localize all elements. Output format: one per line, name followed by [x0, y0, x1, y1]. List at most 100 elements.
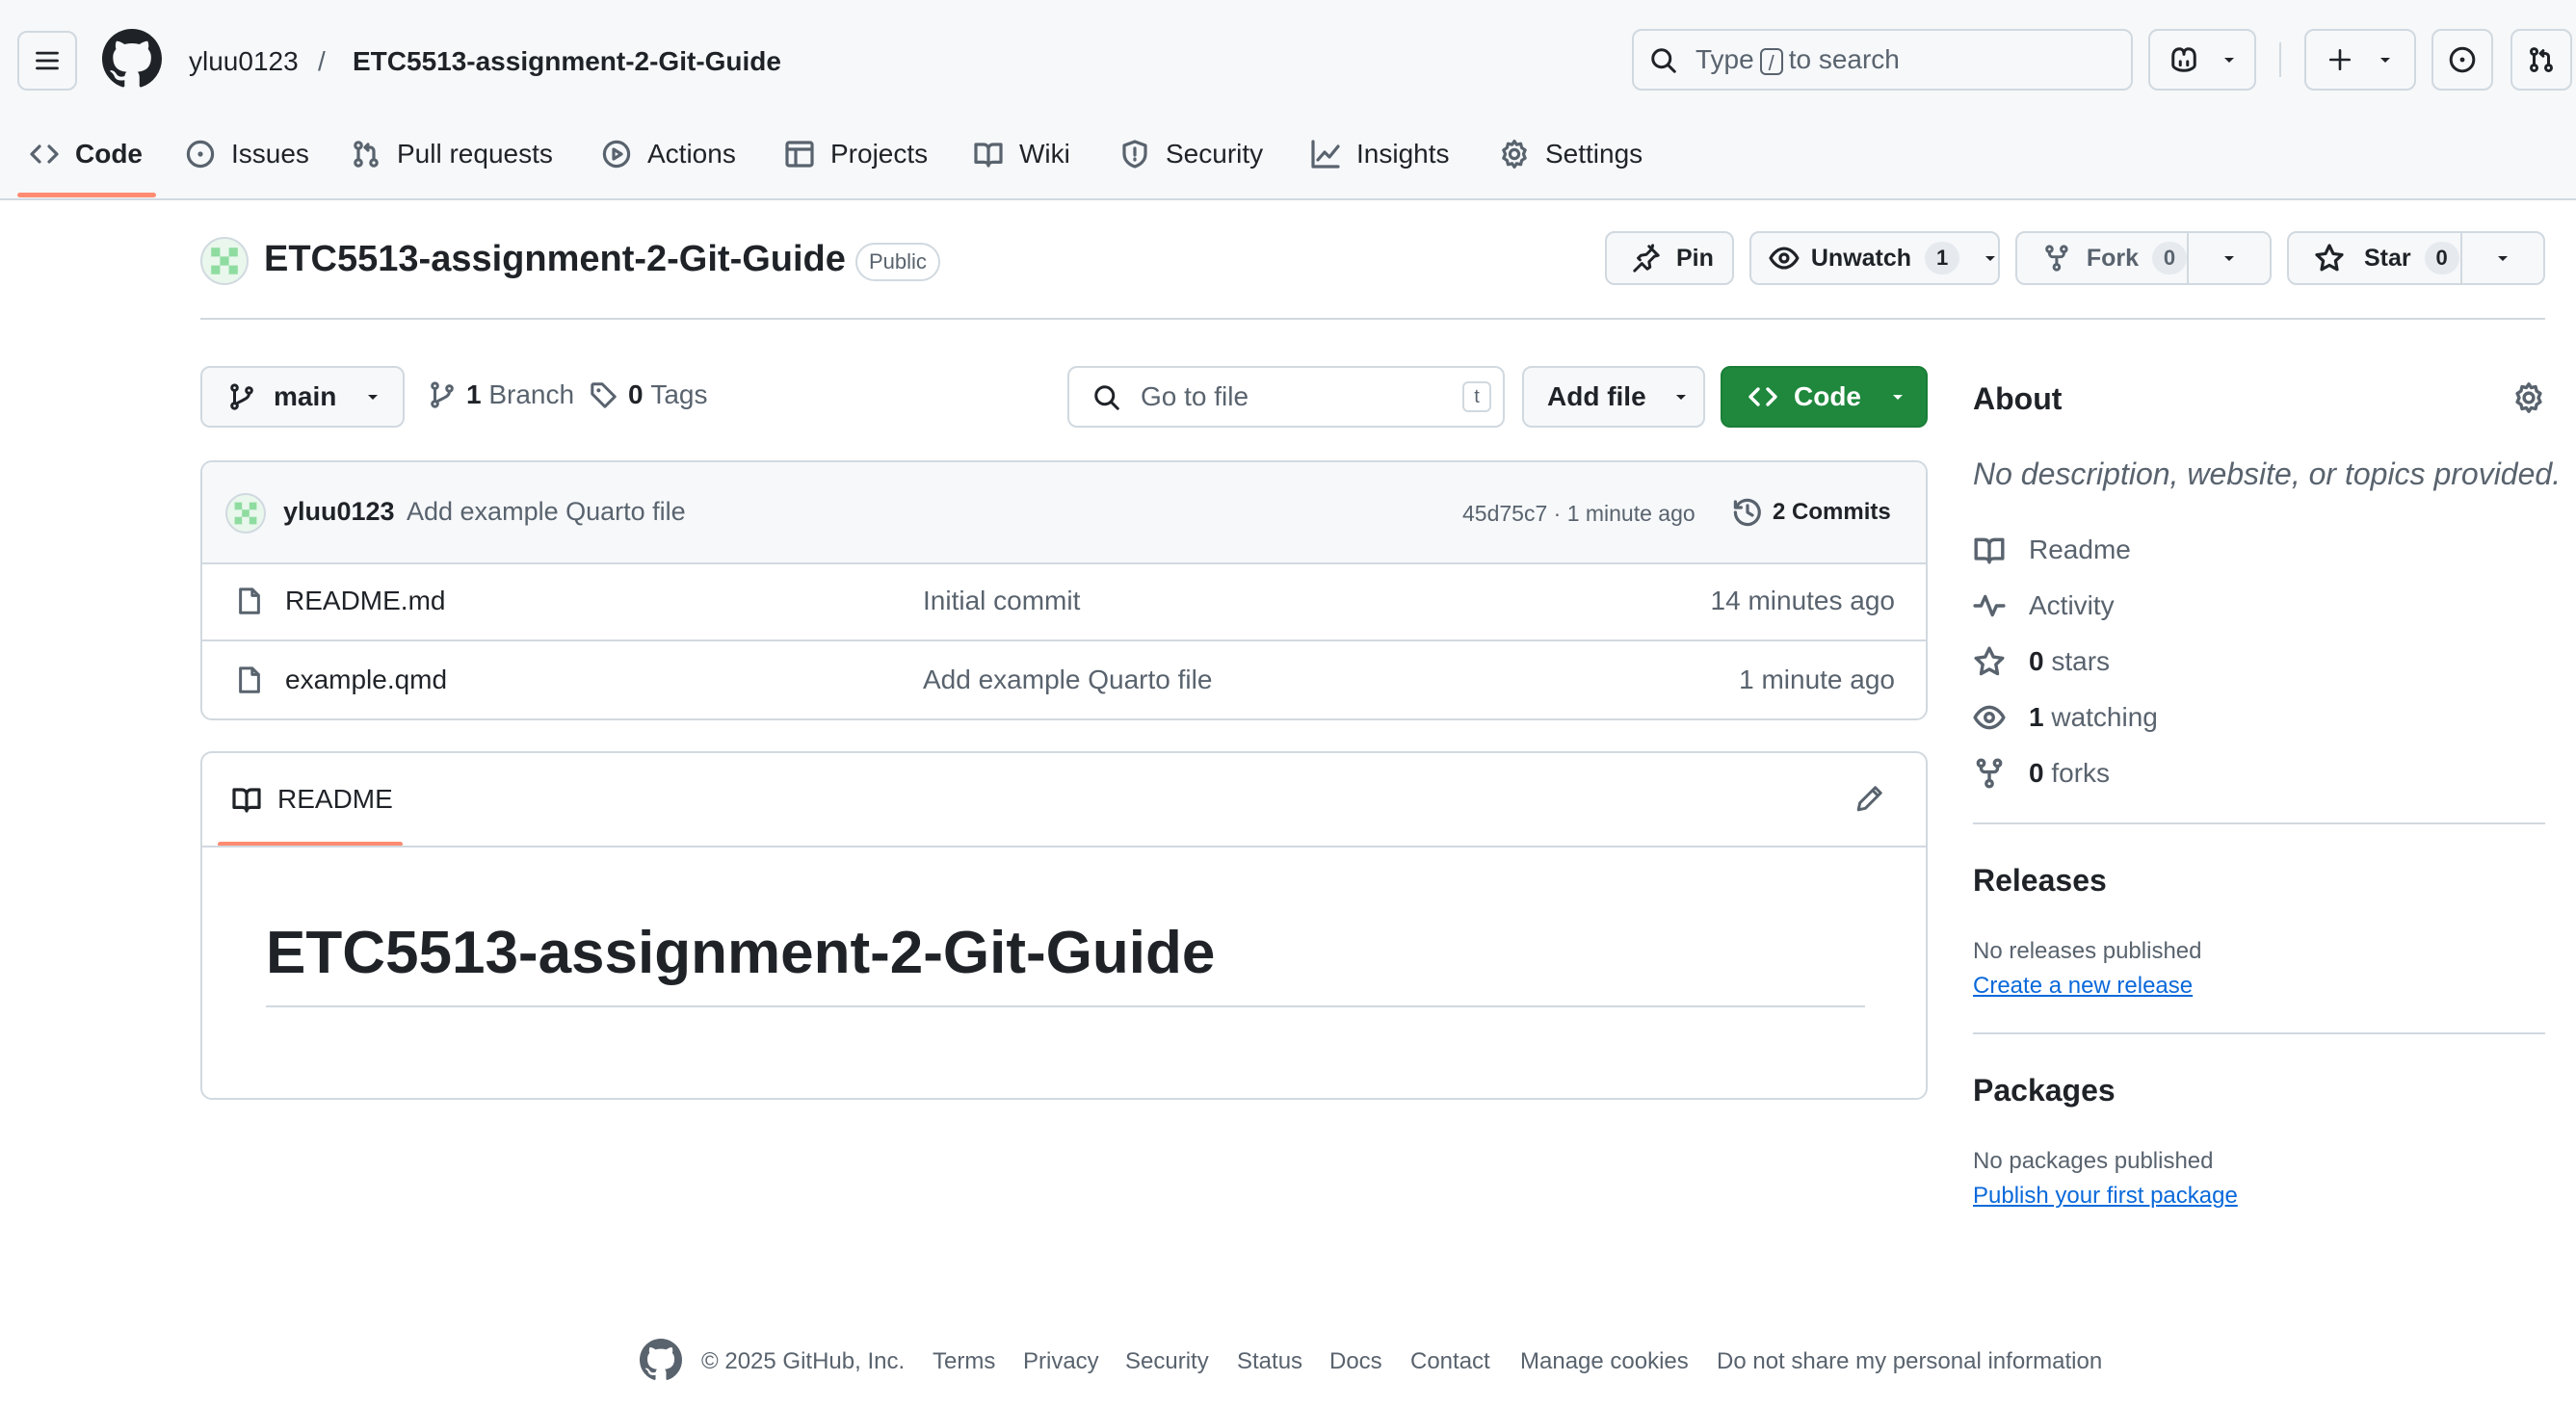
footer-link-terms[interactable]: Terms: [933, 1348, 995, 1375]
footer-link-contact[interactable]: Contact: [1410, 1348, 1490, 1375]
copilot-button[interactable]: [2148, 29, 2256, 91]
watch-button[interactable]: Unwatch 1: [1749, 231, 2000, 285]
branches-link[interactable]: 1 Branch: [428, 379, 574, 410]
github-logo-icon[interactable]: [102, 29, 162, 89]
tab-issues[interactable]: Issues: [185, 135, 309, 173]
graph-icon: [1311, 140, 1340, 169]
tags-link[interactable]: 0 Tags: [590, 379, 708, 410]
commit-message[interactable]: Add example Quarto file: [407, 497, 686, 527]
global-header: yluu0123 / ETC5513-assignment-2-Git-Guid…: [0, 0, 2576, 200]
gear-icon: [1502, 140, 1527, 169]
commit-author[interactable]: yluu0123: [283, 497, 395, 527]
issue-icon: [186, 140, 215, 169]
menu-button[interactable]: [17, 31, 77, 91]
avatar[interactable]: [225, 493, 266, 534]
star-options-button[interactable]: [2460, 231, 2545, 285]
repo-owner-avatar[interactable]: [200, 237, 249, 285]
book-icon: [974, 143, 1003, 168]
watchers-link[interactable]: 1 watching: [1973, 701, 2158, 734]
github-footer-logo-icon[interactable]: [640, 1339, 682, 1381]
readme-tab[interactable]: README: [231, 784, 393, 815]
footer-link-status[interactable]: Status: [1237, 1348, 1302, 1375]
breadcrumb-repo[interactable]: ETC5513-assignment-2-Git-Guide: [353, 44, 781, 79]
footer-link-docs[interactable]: Docs: [1329, 1348, 1382, 1375]
pull-request-icon: [354, 141, 379, 168]
search-input[interactable]: Type / to search: [1632, 29, 2133, 91]
create-release-link[interactable]: Create a new release: [1973, 973, 2193, 1000]
code-button[interactable]: Code: [1721, 366, 1928, 428]
breadcrumb-owner[interactable]: yluu0123: [189, 44, 299, 79]
star-icon: [1974, 646, 2005, 676]
file-name[interactable]: README.md: [285, 586, 445, 616]
branch-selector[interactable]: main: [200, 366, 405, 428]
file-name[interactable]: example.qmd: [285, 665, 447, 695]
go-to-file-input[interactable]: Go to file t: [1067, 366, 1505, 428]
activity-link[interactable]: Activity: [1973, 589, 2115, 622]
title-divider: [200, 318, 2545, 320]
copilot-icon: [2171, 47, 2196, 72]
file-commit-message[interactable]: Add example Quarto file: [923, 665, 1212, 695]
file-commit-message[interactable]: Initial commit: [923, 586, 1080, 616]
header-divider: [2279, 42, 2281, 77]
chevron-down-icon: [1985, 256, 1996, 261]
commits-link[interactable]: 2 Commits: [1732, 497, 1891, 528]
packages-heading[interactable]: Packages: [1973, 1073, 2116, 1108]
tag-icon: [591, 382, 617, 408]
tab-settings[interactable]: Settings: [1499, 135, 1643, 173]
star-icon: [2315, 244, 2344, 272]
create-new-button[interactable]: [2304, 29, 2416, 91]
edit-readme-button[interactable]: [1855, 784, 1884, 813]
about-settings-button[interactable]: [2512, 381, 2545, 414]
fork-count: 0: [2152, 242, 2187, 274]
tab-insights[interactable]: Insights: [1310, 135, 1450, 173]
fork-button[interactable]: Fork 0: [2015, 231, 2189, 285]
issues-shortcut-button[interactable]: [2431, 29, 2493, 91]
repo-title[interactable]: ETC5513-assignment-2-Git-Guide: [264, 239, 846, 280]
star-button[interactable]: Star 0: [2287, 231, 2462, 285]
footer-copyright: © 2025 GitHub, Inc.: [701, 1348, 906, 1374]
gear-icon: [2515, 382, 2542, 413]
chevron-down-icon: [2380, 58, 2390, 63]
tab-pull-requests[interactable]: Pull requests: [351, 135, 553, 173]
add-file-button[interactable]: Add file: [1522, 366, 1705, 428]
pull-requests-shortcut-button[interactable]: [2510, 29, 2572, 91]
book-icon: [1974, 537, 2005, 564]
readme-link[interactable]: Readme: [1973, 534, 2131, 566]
about-description: No description, website, or topics provi…: [1973, 456, 2562, 491]
hamburger-icon: [36, 51, 59, 70]
tab-security[interactable]: Security: [1119, 135, 1263, 173]
table-row[interactable]: README.md Initial commit 14 minutes ago: [202, 562, 1926, 641]
tab-actions[interactable]: Actions: [601, 135, 736, 173]
table-row[interactable]: example.qmd Add example Quarto file 1 mi…: [202, 641, 1926, 718]
sidebar-divider: [1973, 822, 2545, 824]
footer-link-do-not-share[interactable]: Do not share my personal information: [1717, 1348, 2102, 1375]
tab-wiki[interactable]: Wiki: [973, 135, 1070, 173]
footer-link-privacy[interactable]: Privacy: [1023, 1348, 1099, 1375]
footer-link-security[interactable]: Security: [1125, 1348, 1209, 1375]
heading-divider: [266, 1005, 1865, 1007]
file-icon: [239, 666, 260, 693]
code-icon: [1748, 387, 1777, 406]
pin-button[interactable]: Pin: [1605, 231, 1734, 285]
tab-projects[interactable]: Projects: [784, 135, 928, 173]
commit-meta[interactable]: 45d75c7 · 1 minute ago: [1462, 501, 1695, 527]
search-icon: [1094, 385, 1119, 410]
pull-request-icon: [2530, 47, 2553, 72]
eye-icon: [1769, 247, 1800, 270]
shield-icon: [1122, 140, 1147, 169]
publish-package-link[interactable]: Publish your first package: [1973, 1183, 2238, 1210]
latest-commit-bar: yluu0123 Add example Quarto file 45d75c7…: [202, 462, 1926, 564]
fork-options-button[interactable]: [2187, 231, 2272, 285]
releases-heading[interactable]: Releases: [1973, 863, 2107, 899]
chevron-down-icon: [2224, 256, 2234, 261]
search-icon: [1651, 48, 1676, 73]
issue-icon: [2449, 46, 2476, 73]
visibility-badge: Public: [855, 243, 940, 281]
star-count: 0: [2424, 242, 2459, 274]
chevron-down-icon: [368, 395, 379, 400]
footer-link-manage-cookies[interactable]: Manage cookies: [1520, 1348, 1689, 1375]
sidebar-divider: [1973, 1032, 2545, 1034]
forks-link[interactable]: 0 forks: [1973, 757, 2110, 790]
stars-link[interactable]: 0 stars: [1973, 645, 2110, 678]
tab-code[interactable]: Code: [29, 135, 143, 173]
